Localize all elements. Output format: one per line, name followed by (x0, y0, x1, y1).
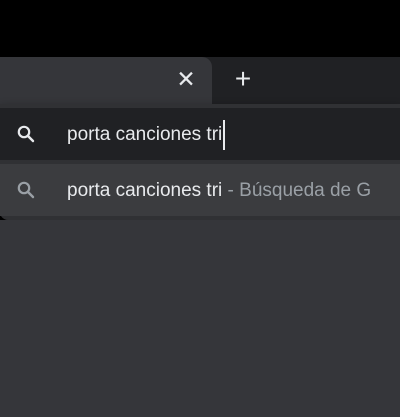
suggestion-text[interactable]: porta canciones tri - Búsqueda de G (67, 176, 400, 206)
suggestion-hint: Búsqueda de G (239, 180, 372, 201)
omnibox-input[interactable]: porta canciones tri (67, 120, 226, 150)
suggestion-query: porta canciones tri (67, 180, 223, 201)
plus-icon: + (234, 63, 252, 94)
close-icon: ✕ (176, 65, 196, 92)
new-tab-button[interactable]: + (228, 64, 258, 94)
suggestion-separator: - (222, 180, 240, 201)
search-icon (15, 123, 37, 145)
close-tab-button[interactable]: ✕ (172, 64, 200, 94)
search-icon (15, 179, 37, 201)
browser-window: ✕ + porta canciones tri porta canciones … (0, 0, 400, 417)
page-content (0, 220, 400, 417)
